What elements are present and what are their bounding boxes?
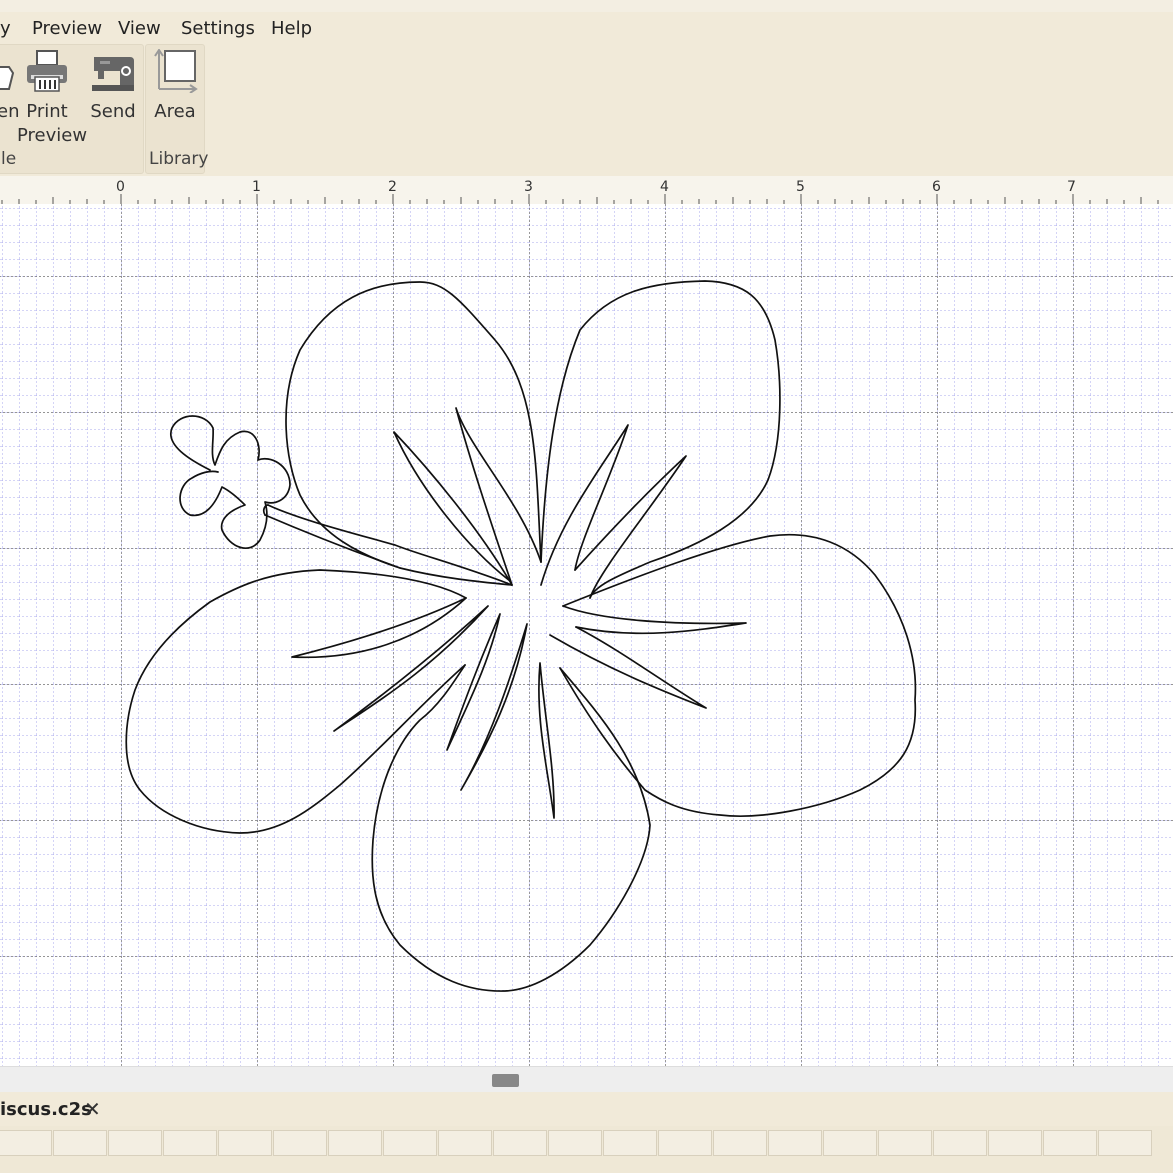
file-group: en Print Preview Send le [0, 44, 144, 174]
status-cell [603, 1130, 657, 1156]
status-cell [823, 1130, 877, 1156]
status-cell [878, 1130, 932, 1156]
library-group: Area Library [145, 44, 209, 174]
status-cell [328, 1130, 382, 1156]
status-bar [0, 1126, 1173, 1173]
document-tab-label: iscus.c2s [0, 1099, 92, 1120]
canvas-surface [0, 204, 1173, 1066]
area-icon [154, 48, 198, 94]
status-cell [108, 1130, 162, 1156]
status-cell [933, 1130, 987, 1156]
status-cell [273, 1130, 327, 1156]
status-cell [1043, 1130, 1097, 1156]
status-cell [53, 1130, 107, 1156]
status-cell [163, 1130, 217, 1156]
status-cell [548, 1130, 602, 1156]
status-cell [988, 1130, 1042, 1156]
open-folder-icon [0, 66, 15, 90]
ruler-label-3: 3 [524, 179, 533, 195]
status-cell [1098, 1130, 1152, 1156]
ruler-label-2: 2 [388, 179, 397, 195]
menu-item-view[interactable]: View [118, 18, 161, 39]
document-tab-bar: iscus.c2s ✕ [0, 1092, 1173, 1126]
open-button[interactable]: en [0, 55, 20, 124]
menu-item-partial[interactable]: y [0, 18, 11, 39]
print-preview-label-line2: Preview [17, 125, 88, 146]
send-button-label: Send [90, 101, 136, 122]
menu-bar: y Preview View Settings Help [0, 12, 1173, 44]
status-cell [768, 1130, 822, 1156]
print-preview-label-line1: Print [26, 101, 68, 122]
design-canvas[interactable] [0, 204, 1173, 1066]
status-cell [218, 1130, 272, 1156]
area-button-label: Area [154, 101, 196, 122]
horizontal-scrollbar[interactable] [0, 1066, 1173, 1093]
sewing-machine-icon [92, 57, 134, 91]
printer-icon [27, 50, 67, 92]
status-cell [713, 1130, 767, 1156]
library-group-label: Library [149, 149, 209, 169]
scrollbar-thumb[interactable] [492, 1074, 519, 1087]
send-button[interactable]: Send [85, 49, 141, 124]
ruler-label-0: 0 [116, 179, 125, 195]
status-cell [438, 1130, 492, 1156]
print-preview-button[interactable]: Print Preview [17, 49, 88, 148]
menu-item-help[interactable]: Help [271, 18, 312, 39]
status-cell [0, 1130, 52, 1156]
ruler-ticks [1, 194, 1159, 204]
file-group-label: le [1, 149, 17, 169]
ruler-label-1: 1 [252, 179, 261, 195]
ruler-label-5: 5 [796, 179, 805, 195]
ribbon: en Print Preview Send le Area Library [0, 44, 1173, 176]
close-icon[interactable]: ✕ [84, 1097, 101, 1121]
ruler-label-7: 7 [1067, 179, 1076, 195]
status-cell [493, 1130, 547, 1156]
horizontal-ruler: 0 1 2 3 4 5 6 7 [0, 176, 1173, 205]
ruler-label-6: 6 [932, 179, 941, 195]
menu-item-preview[interactable]: Preview [32, 18, 102, 39]
ruler-label-4: 4 [660, 179, 669, 195]
menu-item-settings[interactable]: Settings [181, 18, 255, 39]
status-cell [658, 1130, 712, 1156]
status-cell [383, 1130, 437, 1156]
area-button[interactable]: Area [148, 48, 202, 124]
open-button-label: en [0, 101, 20, 122]
